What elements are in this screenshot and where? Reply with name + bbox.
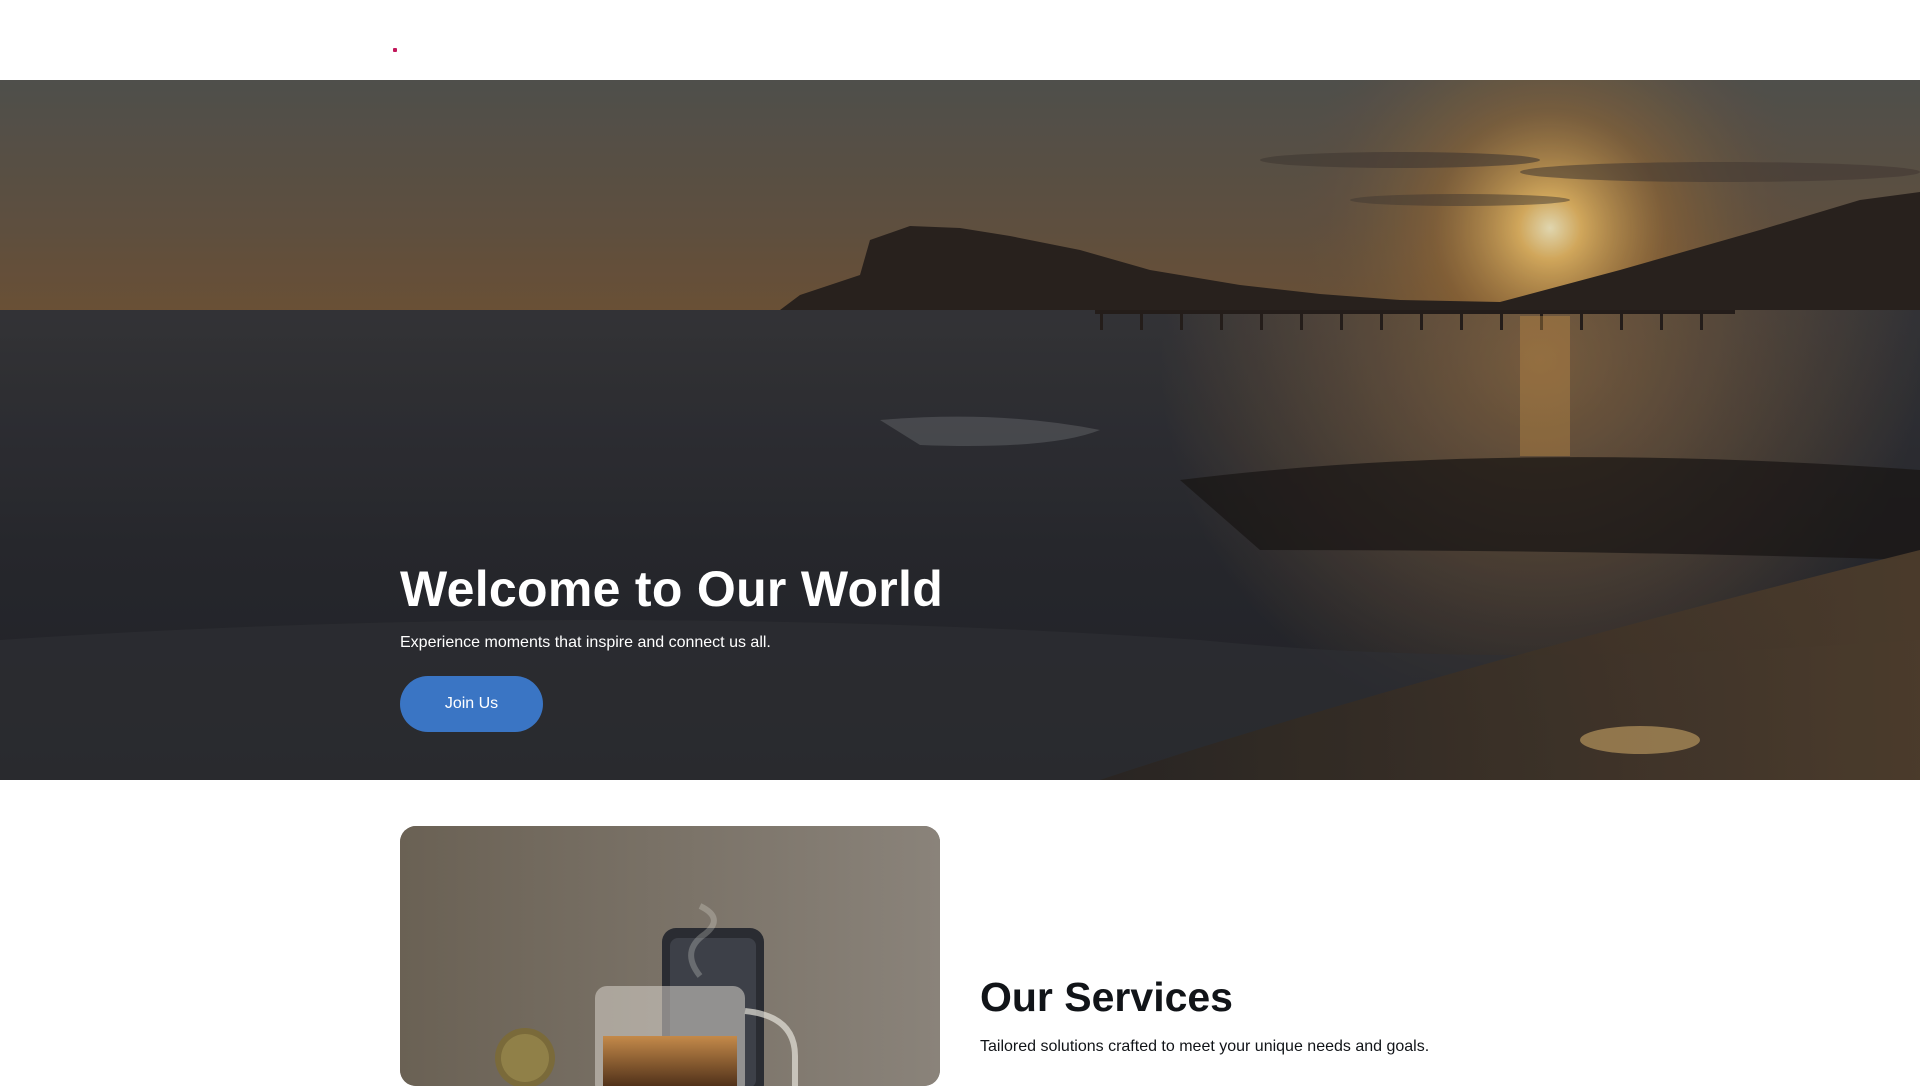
join-us-button[interactable]: Join Us bbox=[400, 676, 543, 732]
services-section: Our Services Tailored solutions crafted … bbox=[0, 780, 1920, 1086]
services-text: Our Services Tailored solutions crafted … bbox=[980, 972, 1680, 1058]
services-description: Tailored solutions crafted to meet your … bbox=[980, 1038, 1430, 1055]
services-title: Our Services bbox=[980, 974, 1233, 1020]
navbar bbox=[0, 0, 1920, 80]
hero-subtitle: Experience moments that inspire and conn… bbox=[400, 634, 771, 651]
hero-content: Welcome to Our World Experience moments … bbox=[400, 558, 1300, 732]
hero-title: Welcome to Our World bbox=[400, 561, 944, 617]
services-image bbox=[400, 826, 940, 1086]
coffee-photo bbox=[400, 826, 940, 1086]
logo-mark[interactable] bbox=[393, 48, 397, 52]
hero-section: Welcome to Our World Experience moments … bbox=[0, 80, 1920, 780]
